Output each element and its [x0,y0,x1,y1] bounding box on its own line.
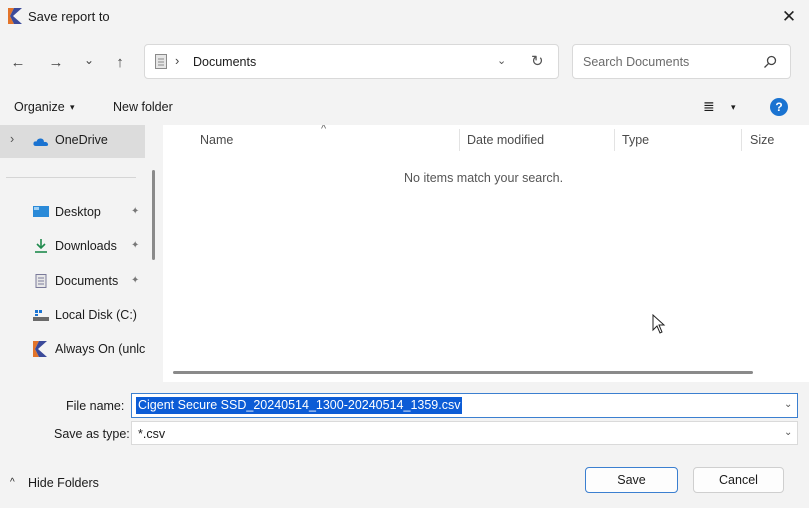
sidebar-item-label: Documents [55,274,119,288]
chevron-down-icon[interactable]: ⌄ [784,427,792,438]
window-title: Save report to [28,9,110,24]
breadcrumb-chevron-icon: › [175,53,180,68]
pin-icon: ✦ [131,275,140,286]
chevron-up-icon: ^ [10,477,15,488]
navigation-pane: › OneDrive Desktop ✦ Downloads ✦ Documen… [0,125,163,382]
sidebar-item-label: Always On (unlc [55,342,146,356]
up-button[interactable]: ↑ [108,50,132,74]
file-name-field[interactable]: Cigent Secure SSD_20240514_1300-20240514… [131,393,798,418]
column-separator[interactable] [614,129,615,151]
download-icon [35,239,47,253]
chevron-down-icon[interactable]: ⌄ [784,399,792,410]
sidebar-item-label: OneDrive [55,133,108,147]
documents-icon [35,274,47,288]
horizontal-scrollbar[interactable] [173,371,753,374]
caret-down-icon[interactable]: ▾ [731,102,736,113]
app-logo-icon [8,8,22,24]
save-as-type-label: Save as type: [54,427,130,441]
save-as-type-value: *.csv [138,427,166,441]
pin-icon: ✦ [131,206,140,217]
hide-folders-button[interactable]: ^ Hide Folders [6,470,106,496]
column-header-type[interactable]: Type [622,133,649,147]
column-header-name[interactable]: Name [200,133,233,147]
documents-folder-icon [155,54,167,69]
help-icon[interactable]: ? [770,98,788,116]
cancel-button[interactable]: Cancel [693,467,784,493]
column-header-date-modified[interactable]: Date modified [467,133,544,147]
cloud-icon [33,138,49,146]
address-bar[interactable]: › Documents ⌄ ↻ [144,44,559,79]
back-arrow-icon: ← [10,53,26,71]
forward-button[interactable]: → [44,50,68,74]
expand-chevron-icon[interactable]: › [10,132,14,146]
sidebar-item-downloads[interactable]: Downloads ✦ [0,231,160,261]
sidebar-item-local-disk[interactable]: Local Disk (C:) [0,300,160,330]
caret-down-icon: ▾ [70,102,75,112]
file-name-value[interactable]: Cigent Secure SSD_20240514_1300-20240514… [136,397,463,414]
file-name-label: File name: [66,399,125,413]
recent-locations-button[interactable]: ⌄ [77,48,101,72]
breadcrumb-documents[interactable]: Documents [193,55,256,69]
title-bar [0,0,809,34]
sidebar-scrollbar[interactable] [152,170,155,260]
sidebar-item-partial[interactable] [0,371,160,382]
address-dropdown-icon[interactable]: ⌄ [497,54,506,67]
search-box[interactable]: Search Documents [572,44,791,79]
save-button[interactable]: Save [585,467,678,493]
sidebar-divider [6,177,136,178]
sidebar-item-desktop[interactable]: Desktop ✦ [0,197,160,227]
empty-message: No items match your search. [404,171,564,185]
view-options-icon[interactable]: ≣ [703,98,715,115]
sidebar-item-onedrive[interactable]: › OneDrive [0,125,145,158]
hide-folders-label: Hide Folders [28,476,99,490]
sidebar-item-label: Desktop [55,205,101,219]
search-input[interactable]: Search Documents [583,55,689,69]
search-icon[interactable] [763,55,777,69]
save-as-type-select[interactable]: *.csv ⌄ [131,421,798,445]
app-icon [33,341,47,357]
column-separator[interactable] [741,129,742,151]
folder-icon [33,379,49,382]
close-button[interactable]: ✕ [770,0,808,33]
column-header-size[interactable]: Size [750,133,774,147]
sidebar-item-always-on[interactable]: Always On (unlc [0,334,160,364]
chevron-down-icon: ⌄ [83,53,95,67]
file-list: Name ^ Date modified Type Size No items … [163,125,809,382]
desktop-icon [33,206,49,217]
up-arrow-icon: ↑ [116,53,124,71]
sort-ascending-icon: ^ [321,125,327,135]
organize-button[interactable]: Organize [14,100,65,114]
mouse-cursor-icon [652,314,666,334]
back-button[interactable]: ← [6,50,30,74]
forward-arrow-icon: → [48,53,64,71]
column-separator[interactable] [459,129,460,151]
sidebar-item-documents[interactable]: Documents ✦ [0,266,160,296]
pin-icon: ✦ [131,240,140,251]
disk-icon [33,310,49,321]
close-icon: ✕ [781,6,797,26]
refresh-icon[interactable]: ↻ [531,52,544,70]
sidebar-item-label: Local Disk (C:) [55,308,137,322]
sidebar-item-label: Downloads [55,239,117,253]
new-folder-button[interactable]: New folder [113,100,173,114]
